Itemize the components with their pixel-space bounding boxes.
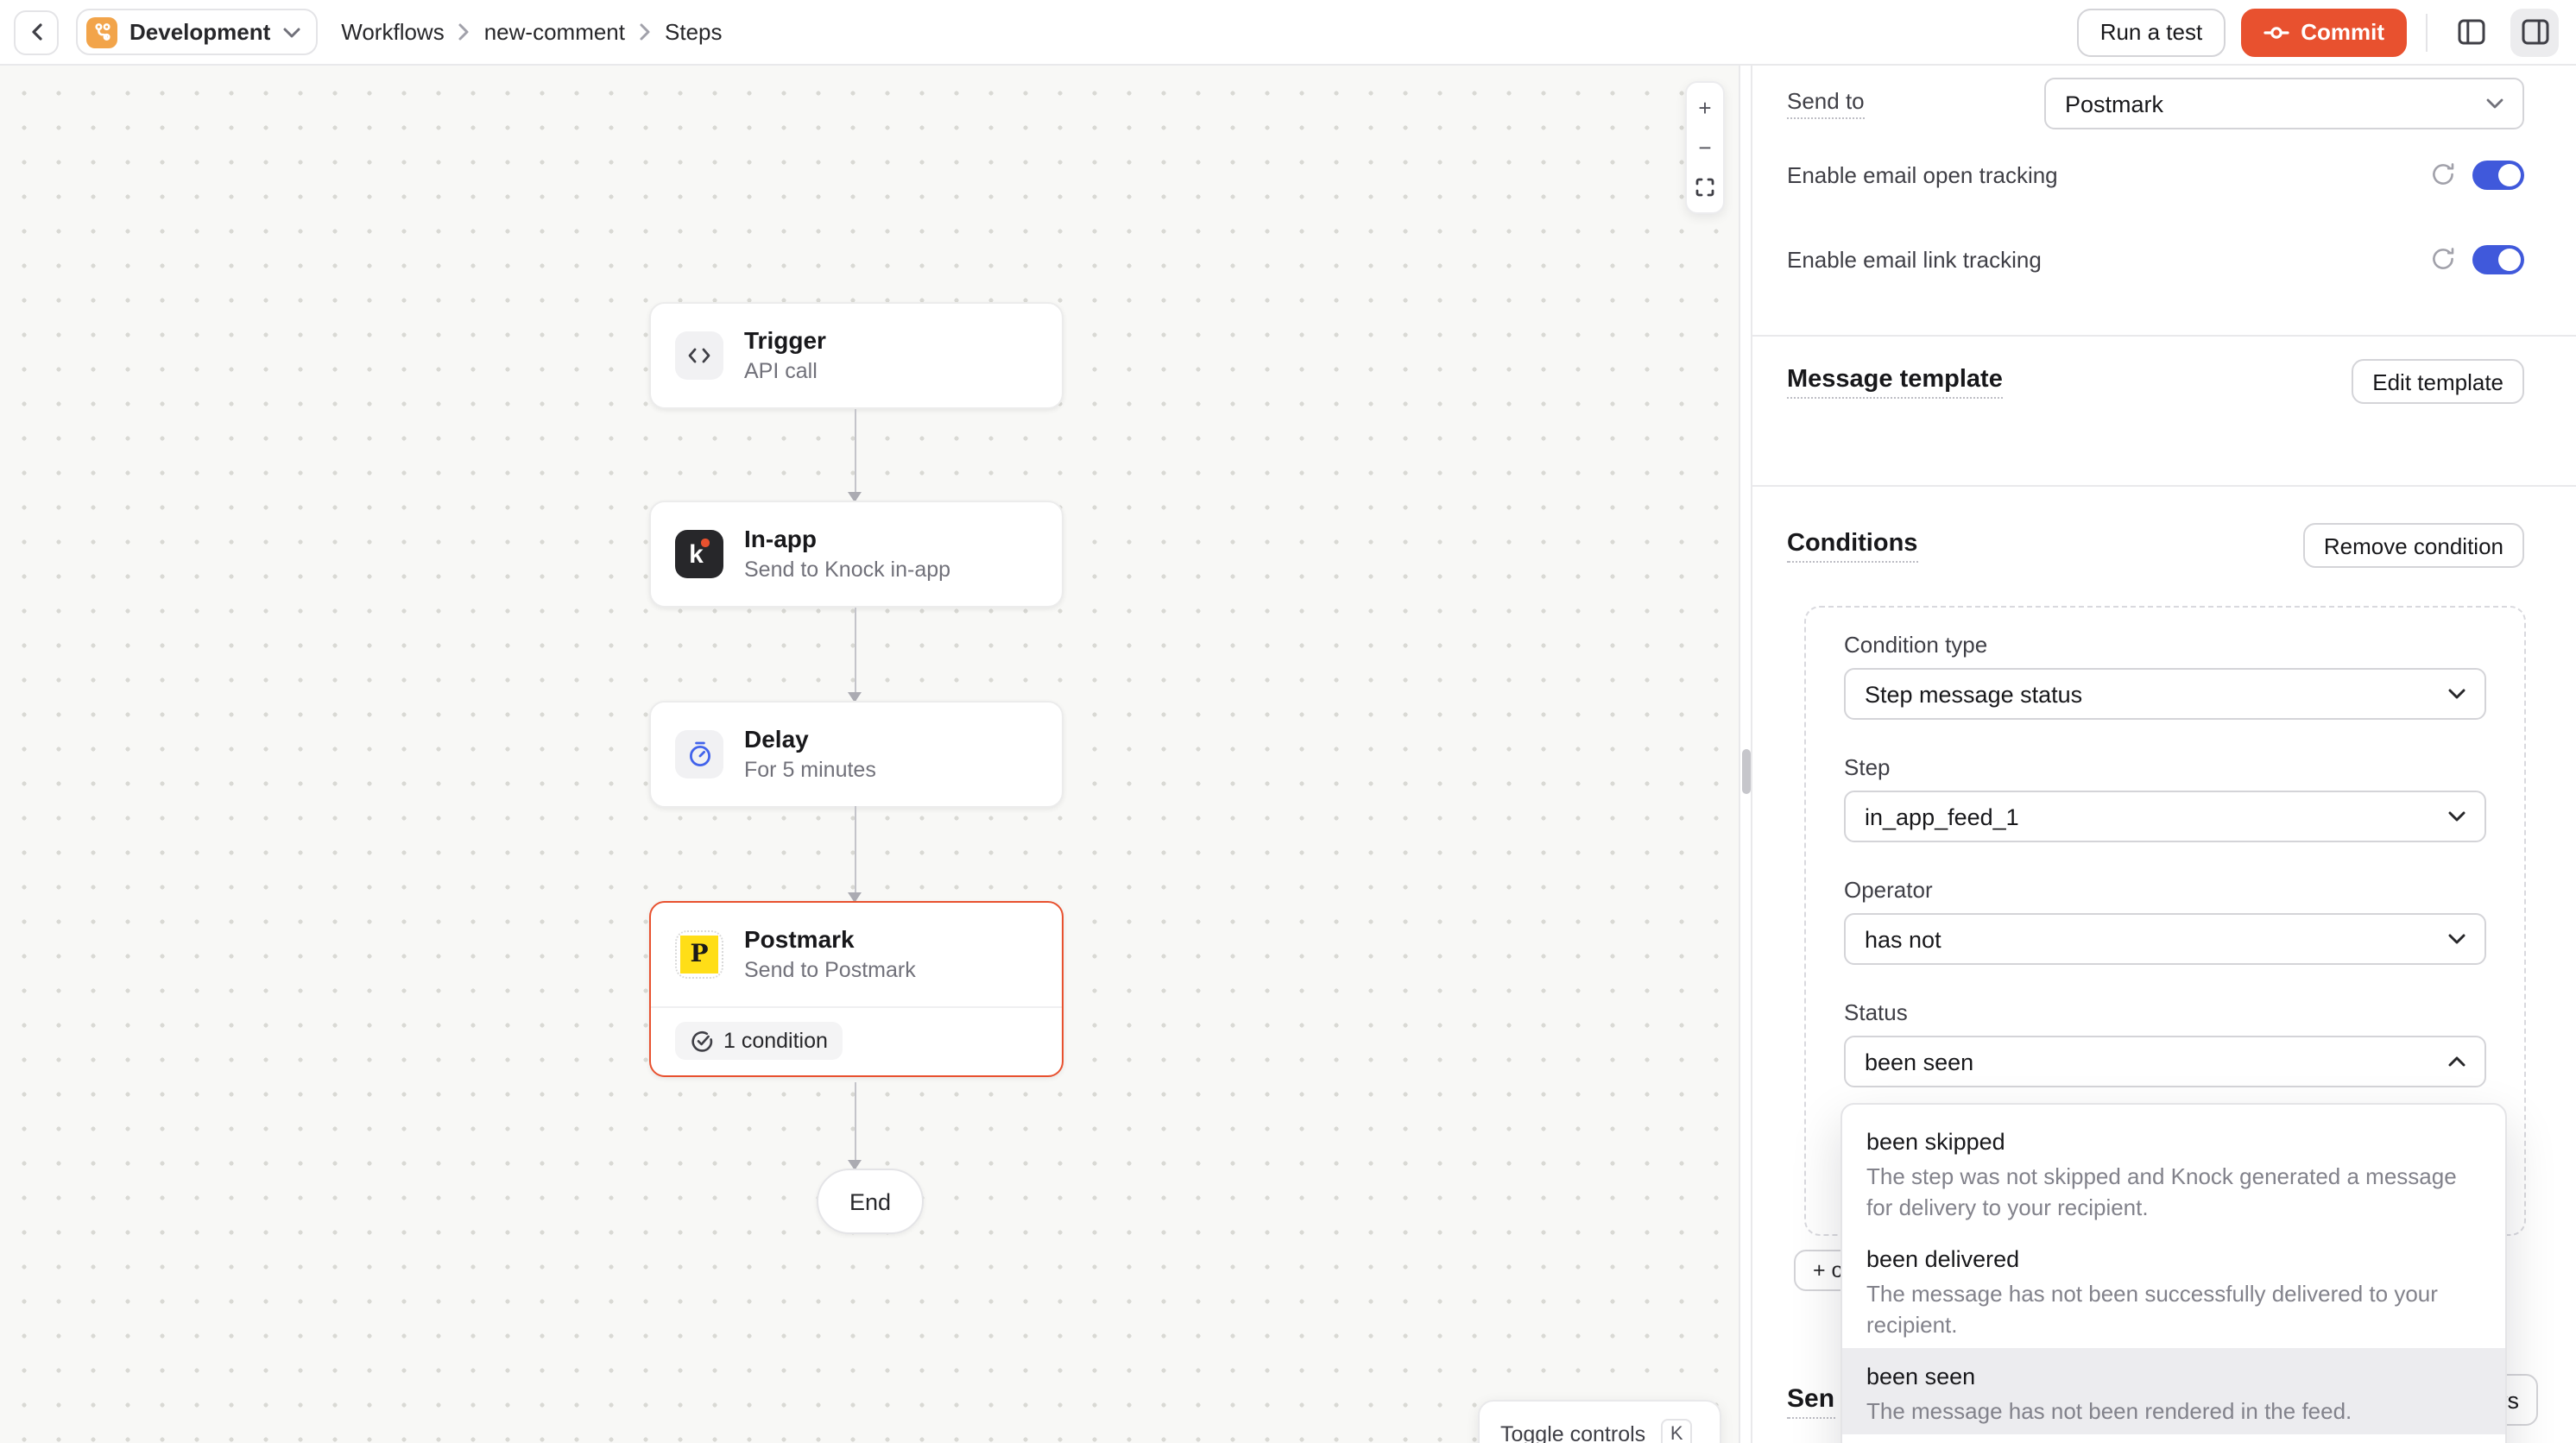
send-to-row: Send to Postmark xyxy=(1752,78,2576,129)
node-subtitle: API call xyxy=(744,359,826,385)
status-select[interactable]: been seen xyxy=(1844,1036,2486,1087)
environment-label: Development xyxy=(129,19,270,45)
back-button[interactable] xyxy=(14,9,59,54)
stopwatch-icon xyxy=(675,730,723,778)
section-divider xyxy=(1752,485,2576,487)
link-tracking-row: Enable email link tracking xyxy=(1752,238,2576,280)
condition-count-badge[interactable]: 1 condition xyxy=(675,1022,843,1060)
chevron-right-icon xyxy=(458,22,470,41)
edge-connector xyxy=(855,1082,856,1169)
panel-resize-gutter xyxy=(1740,66,1751,1443)
status-option-been-read[interactable]: been read xyxy=(1842,1434,2505,1443)
chevron-right-icon xyxy=(639,22,651,41)
toggle-controls-button[interactable]: Toggle controls K xyxy=(1478,1400,1721,1443)
breadcrumb-workflow-name[interactable]: new-comment xyxy=(484,19,625,45)
operator-select[interactable]: has not xyxy=(1844,913,2486,965)
fit-view-button[interactable] xyxy=(1687,167,1723,207)
step-select[interactable]: in_app_feed_1 xyxy=(1844,791,2486,842)
link-tracking-toggle[interactable] xyxy=(2472,244,2524,274)
open-tracking-row: Enable email open tracking xyxy=(1752,154,2576,195)
sync-override-icon[interactable] xyxy=(2431,247,2455,271)
environment-switcher[interactable]: Development xyxy=(76,9,317,55)
zoom-in-button[interactable]: + xyxy=(1687,88,1723,128)
workflow-editor: Development Workflows new-comment Steps … xyxy=(0,0,2576,1443)
breadcrumb-steps: Steps xyxy=(665,19,723,45)
node-title: Delay xyxy=(744,725,876,754)
sync-override-icon[interactable] xyxy=(2431,162,2455,186)
divider xyxy=(2426,13,2428,51)
knock-logo-icon: k xyxy=(675,530,723,578)
step-label: Step xyxy=(1844,754,2486,780)
operator-field: Operator has not xyxy=(1844,877,2486,965)
chevron-up-icon xyxy=(2448,1056,2466,1067)
status-options-dropdown: been skipped The step was not skipped an… xyxy=(1840,1103,2507,1443)
commit-icon xyxy=(2263,23,2289,41)
edit-template-button[interactable]: Edit template xyxy=(2352,359,2524,404)
zoom-out-button[interactable]: − xyxy=(1687,128,1723,167)
condition-type-select[interactable]: Step message status xyxy=(1844,668,2486,720)
send-to-label: Send to xyxy=(1787,88,1865,119)
node-title: In-app xyxy=(744,525,950,554)
conditions-header-row: Conditions Remove condition xyxy=(1752,521,2576,570)
topbar: Development Workflows new-comment Steps … xyxy=(0,0,2576,66)
status-field: Status been seen xyxy=(1844,999,2486,1087)
left-panel-toggle-icon[interactable] xyxy=(2447,8,2495,56)
edge-connector xyxy=(855,806,856,901)
node-subtitle: Send to Knock in-app xyxy=(744,558,950,583)
workspace: + − Trigger xyxy=(0,66,2576,1443)
message-template-heading: Message template xyxy=(1787,365,2003,398)
panel-resize-handle[interactable] xyxy=(1741,749,1750,794)
message-template-row: Message template Edit template xyxy=(1752,357,2576,406)
postmark-logo-icon: P xyxy=(675,930,723,979)
open-tracking-label: Enable email open tracking xyxy=(1787,161,2058,187)
breadcrumb: Workflows new-comment Steps xyxy=(341,19,722,45)
condition-type-field: Condition type Step message status xyxy=(1844,632,2486,720)
node-delay[interactable]: Delay For 5 minutes xyxy=(649,701,1064,808)
step-settings-panel: Send to Postmark Enable email open track… xyxy=(1751,66,2576,1443)
section-divider xyxy=(1752,335,2576,337)
node-trigger[interactable]: Trigger API call xyxy=(649,302,1064,409)
status-label: Status xyxy=(1844,999,2486,1025)
chevron-down-icon xyxy=(2486,98,2503,109)
run-a-test-button[interactable]: Run a test xyxy=(2078,8,2226,56)
code-brackets-icon xyxy=(675,331,723,380)
status-option-been-seen[interactable]: been seen The message has not been rende… xyxy=(1842,1348,2505,1434)
send-windows-heading-partial: Sen xyxy=(1787,1384,1834,1419)
status-option-been-delivered[interactable]: been delivered The message has not been … xyxy=(1842,1231,2505,1348)
step-field: Step in_app_feed_1 xyxy=(1844,754,2486,842)
node-postmark[interactable]: P Postmark Send to Postmark 1 xyxy=(649,901,1064,1076)
check-circle-icon xyxy=(691,1030,713,1052)
chevron-down-icon xyxy=(282,27,300,37)
status-option-been-skipped[interactable]: been skipped The step was not skipped an… xyxy=(1842,1113,2505,1231)
workflow-canvas[interactable]: + − Trigger xyxy=(0,66,1740,1443)
right-panel-toggle-icon[interactable] xyxy=(2510,8,2559,56)
node-title: Trigger xyxy=(744,326,826,356)
condition-type-label: Condition type xyxy=(1844,632,2486,658)
workflow-branch-icon xyxy=(86,16,117,47)
conditions-heading: Conditions xyxy=(1787,529,1917,562)
node-in-app[interactable]: k In-app Send to Knock in-app xyxy=(649,501,1064,608)
chevron-down-icon xyxy=(2448,811,2466,822)
link-tracking-label: Enable email link tracking xyxy=(1787,246,2042,272)
edge-connector xyxy=(855,409,856,501)
canvas-zoom-controls: + − xyxy=(1685,81,1725,214)
edge-connector xyxy=(855,608,856,701)
topbar-actions: Run a test Commit xyxy=(2078,8,2559,56)
node-subtitle: For 5 minutes xyxy=(744,758,876,784)
node-subtitle: Send to Postmark xyxy=(744,958,916,984)
keyboard-shortcut-badge: K xyxy=(1661,1419,1692,1443)
node-title: Postmark xyxy=(744,925,916,955)
chevron-down-icon xyxy=(2448,689,2466,699)
operator-label: Operator xyxy=(1844,877,2486,903)
chevron-down-icon xyxy=(2448,934,2466,944)
node-end[interactable]: End xyxy=(817,1169,924,1234)
open-tracking-toggle[interactable] xyxy=(2472,160,2524,189)
chevron-left-icon xyxy=(27,22,46,41)
remove-condition-button[interactable]: Remove condition xyxy=(2303,523,2524,568)
send-to-select[interactable]: Postmark xyxy=(2044,78,2524,129)
commit-button[interactable]: Commit xyxy=(2240,8,2407,56)
breadcrumb-workflows[interactable]: Workflows xyxy=(341,19,444,45)
